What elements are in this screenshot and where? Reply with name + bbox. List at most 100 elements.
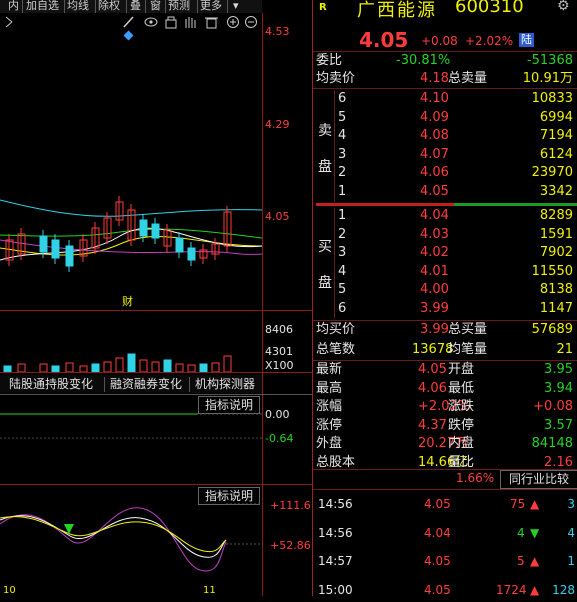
ask-level-row[interactable]: 2 4.06 23970 [316, 164, 577, 182]
tick-row: 14:56 4.05 75 ▲ 3 [316, 492, 577, 516]
total-bid-label: 总买量 [448, 322, 488, 337]
ask-level-row[interactable]: 6 4.10 10833 [316, 90, 577, 108]
stock-code: 600310 [455, 0, 524, 17]
toolbar-window-button[interactable]: 窗 [150, 0, 161, 13]
stock-terminal-window: 内 加自选 均线 除权 叠 窗 预测 更多 ▾ 4.53 4.29 4.05 财… [0, 0, 577, 597]
price-change-pct: +2.02% [465, 34, 514, 48]
tick-time: 14:56 [318, 525, 353, 540]
market-tag-badge[interactable]: 陆 [519, 33, 534, 47]
total-ask-label: 总卖量 [448, 71, 488, 86]
settings-gear-icon[interactable]: ⚙ [557, 0, 570, 14]
ask-level-row[interactable]: 4 4.08 7194 [316, 127, 577, 145]
bid-level-row[interactable]: 5 4.00 8138 [316, 281, 577, 299]
finance-event-tag[interactable]: 财 [122, 293, 133, 309]
volume-axis-label-high: 8406 [265, 323, 293, 336]
avg-ask-value: 4.18 [420, 71, 449, 86]
avg-bid-label: 均买价 [316, 322, 356, 337]
bid-level-volume: 1147 [539, 300, 573, 316]
toolbar-ex-rights-button[interactable]: 除权 [98, 0, 120, 13]
tick-order-count: 1 [567, 554, 575, 568]
back-arrow-icon[interactable] [5, 16, 13, 28]
ask-level-price: 4.09 [420, 109, 449, 125]
weibi-row: 委比 -30.81% -51368 [316, 52, 577, 70]
volume-bar [103, 361, 112, 372]
tick-price: 4.05 [424, 582, 451, 597]
stat-label: 涨跌 [448, 399, 475, 414]
ask-level-number: 5 [338, 109, 347, 125]
toolbar-forecast-button[interactable]: 预测 [168, 0, 190, 13]
toolbar-moving-average-button[interactable]: 均线 [67, 0, 89, 13]
trash-icon[interactable] [205, 17, 218, 29]
tick-time: 15:00 [318, 582, 353, 597]
total-bid-value: 57689 [531, 322, 573, 337]
ask-level-price: 4.06 [420, 165, 449, 180]
tab-institution-detector[interactable]: 机构探测器 [195, 376, 255, 393]
bid-level-price: 4.01 [420, 263, 449, 279]
indicator2-axis-high: +111.6 [270, 499, 311, 512]
pen-icon[interactable] [123, 16, 134, 28]
stat-value: 4.05 [418, 362, 447, 377]
stat-value: +0.08 [533, 399, 573, 414]
bid-level-number: 2 [338, 226, 347, 242]
stat-row: 涨停 4.37 跌停 3.57 [316, 417, 577, 435]
up-arrow-icon: ▲ [530, 554, 540, 568]
volume-bar [51, 365, 60, 372]
candle-body [175, 237, 184, 253]
volume-axis-label-mid: 4301 [265, 345, 293, 358]
ask-strength-bar [316, 203, 454, 206]
lock-icon[interactable] [165, 16, 177, 29]
tick-time: 14:57 [318, 554, 353, 568]
volume-bar [199, 363, 208, 372]
indicator-chart-1 [0, 413, 262, 439]
stat-label: 外盘 [316, 436, 343, 451]
stat-label: 跌停 [448, 417, 475, 433]
stat-value: 84148 [531, 436, 573, 451]
toolbar-add-favorite-button[interactable]: 加自选 [26, 0, 59, 13]
ask-level-price: 4.08 [420, 128, 449, 143]
candle-body [187, 247, 196, 261]
toolbar-extra-button[interactable]: ▾ [233, 0, 239, 13]
bid-level-row[interactable]: 4 4.01 11550 [316, 263, 577, 281]
candle-body [39, 235, 48, 253]
eye-icon[interactable] [144, 17, 158, 27]
toolbar-more-button[interactable]: 更多 [200, 0, 222, 13]
ask-level-volume: 23970 [531, 165, 573, 180]
bid-level-row[interactable]: 3 4.02 7902 [316, 244, 577, 262]
stat-label: 涨停 [316, 417, 343, 433]
bid-level-price: 4.02 [420, 245, 449, 260]
stat-label: 最低 [448, 380, 475, 396]
volume-bar [223, 355, 232, 372]
stat-value: 4.37 [418, 417, 447, 433]
candle-body [51, 239, 60, 259]
bid-level-row[interactable]: 6 3.99 1147 [316, 300, 577, 318]
tab-margin-trading[interactable]: 融资融券变化 [110, 376, 182, 393]
stat-value: 3.94 [544, 380, 573, 396]
tick-price: 4.04 [424, 525, 451, 540]
down-arrow-icon: ▼ [530, 525, 540, 540]
ask-level-number: 3 [338, 146, 347, 162]
ask-level-row[interactable]: 1 4.05 3342 [316, 183, 577, 201]
zoom-in-icon[interactable] [227, 16, 239, 28]
ask-level-row[interactable]: 3 4.07 6124 [316, 146, 577, 164]
peer-compare-button[interactable]: 同行业比较 [500, 470, 577, 489]
tab-northbound-holding[interactable]: 陆股通持股变化 [9, 376, 93, 393]
ask-level-row[interactable]: 5 4.09 6994 [316, 109, 577, 127]
volume-bar [163, 359, 172, 372]
toolbar-inner-button[interactable]: 内 [8, 0, 19, 13]
toolbar-overlay-button[interactable]: 叠 [130, 0, 141, 13]
zoom-out-icon[interactable] [245, 16, 257, 28]
price-change: +0.08 [421, 34, 458, 48]
volume-bar [79, 365, 88, 372]
hand-icon[interactable] [185, 17, 196, 28]
bid-level-row[interactable]: 1 4.04 8289 [316, 207, 577, 225]
stat-row: 涨幅 +2.02% 涨跌 +0.08 [316, 398, 577, 416]
stat-label: 最高 [316, 380, 343, 396]
bid-level-price: 4.04 [420, 208, 449, 223]
cursor-marker-icon [123, 30, 134, 41]
stat-label: 最新 [316, 362, 343, 377]
tick-row: 14:56 4.04 4 ▼ 4 [316, 521, 577, 545]
ask-level-volume: 6994 [539, 109, 573, 125]
bid-level-row[interactable]: 2 4.03 1591 [316, 226, 577, 244]
tick-order-count: 128 [552, 582, 575, 597]
up-arrow-icon: ▲ [530, 497, 540, 511]
